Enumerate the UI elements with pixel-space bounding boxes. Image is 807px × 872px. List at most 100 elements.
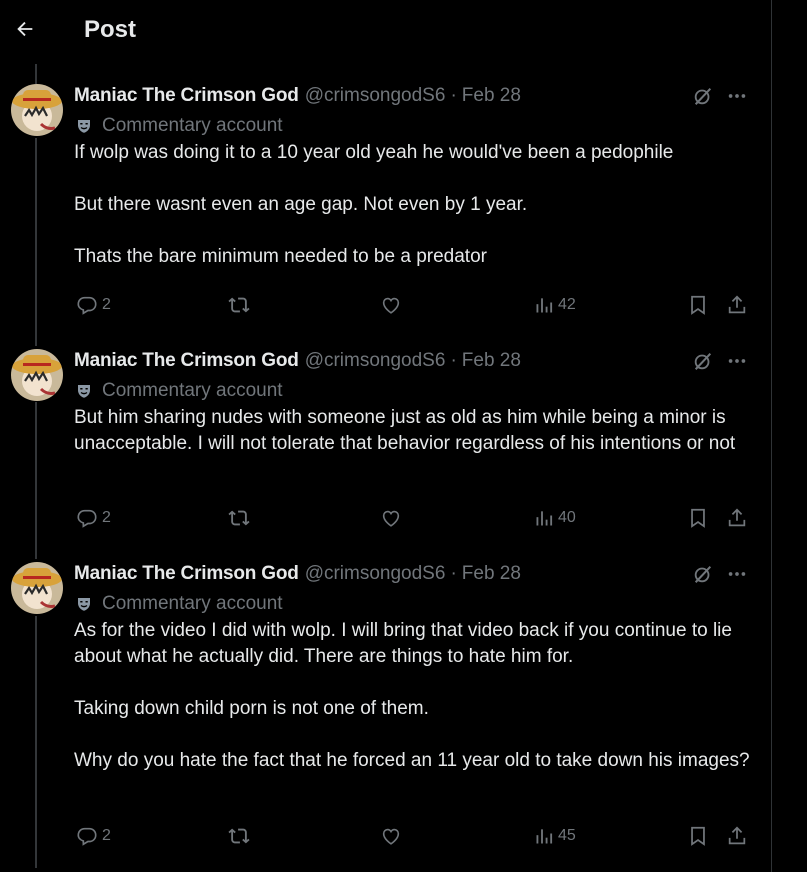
grok-icon [694, 87, 712, 105]
views-button[interactable]: 40 [534, 503, 576, 533]
views-button[interactable]: 45 [534, 821, 576, 851]
grok-icon [694, 352, 712, 370]
grok-button[interactable] [690, 83, 716, 109]
reply-icon [77, 509, 97, 528]
back-button[interactable] [8, 12, 42, 46]
like-icon [382, 828, 400, 845]
more-button[interactable] [724, 348, 750, 374]
arrow-left-icon [17, 21, 33, 37]
views-count: 45 [558, 827, 576, 844]
repost-button[interactable] [228, 503, 250, 533]
post-header: Maniac The Crimson God @crimsongodS6 · F… [74, 349, 521, 373]
repost-icon [228, 510, 250, 526]
like-button[interactable] [380, 503, 402, 533]
separator-dot: · [450, 85, 457, 106]
post-paragraph: If wolp was doing it to a 10 year old ye… [74, 142, 674, 163]
repost-button[interactable] [228, 290, 250, 320]
post-paragraph: But him sharing nudes with someone just … [74, 407, 736, 454]
reply-count: 2 [102, 296, 111, 313]
reply-button[interactable]: 2 [76, 503, 111, 533]
share-icon [728, 826, 746, 845]
reply-count: 2 [102, 509, 111, 526]
avatar[interactable] [11, 349, 63, 401]
thread-line [35, 64, 37, 84]
repost-icon [228, 297, 250, 313]
repost-icon [228, 828, 250, 844]
thread-line [35, 402, 37, 559]
views-button[interactable]: 42 [534, 290, 576, 320]
reply-icon [77, 827, 97, 846]
commentary-mask-icon [74, 594, 94, 614]
more-icon [728, 359, 746, 363]
post-paragraph: Why do you hate the fact that he forced … [74, 750, 750, 771]
post-header: Maniac The Crimson God @crimsongodS6 · F… [74, 84, 521, 108]
grok-button[interactable] [690, 561, 716, 587]
reply-button[interactable]: 2 [76, 821, 111, 851]
author-handle[interactable]: @crimsongodS6 [305, 350, 446, 372]
author-handle[interactable]: @crimsongodS6 [305, 85, 446, 107]
post-text: As for the video I did with wolp. I will… [74, 618, 764, 774]
post-paragraph: Thats the bare minimum needed to be a pr… [74, 246, 487, 267]
post-date[interactable]: Feb 28 [462, 350, 521, 372]
author-name[interactable]: Maniac The Crimson God [74, 85, 299, 107]
like-icon [382, 510, 400, 527]
right-pane [772, 0, 807, 872]
post-actions: 2 42 [0, 290, 771, 320]
separator-dot: · [450, 563, 457, 584]
bookmark-button[interactable] [687, 503, 709, 533]
page-header: Post [0, 0, 771, 62]
bookmark-button[interactable] [687, 290, 709, 320]
account-label[interactable]: Commentary account [74, 380, 283, 402]
views-icon [536, 511, 553, 526]
grok-icon [694, 565, 712, 583]
views-count: 40 [558, 509, 576, 526]
account-label-text: Commentary account [102, 593, 283, 614]
views-icon [536, 829, 553, 844]
reply-button[interactable]: 2 [76, 290, 111, 320]
post-paragraph: But there wasnt even an age gap. Not eve… [74, 194, 528, 215]
bookmark-icon [691, 826, 705, 846]
post-paragraph: Taking down child porn is not one of the… [74, 698, 429, 719]
post-header: Maniac The Crimson God @crimsongodS6 · F… [74, 562, 521, 586]
share-button[interactable] [726, 503, 748, 533]
like-button[interactable] [380, 290, 402, 320]
commentary-mask-icon [74, 381, 94, 401]
post-paragraph: As for the video I did with wolp. I will… [74, 620, 732, 667]
views-count: 42 [558, 296, 576, 313]
author-handle[interactable]: @crimsongodS6 [305, 563, 446, 585]
more-icon [728, 572, 746, 576]
post-actions: 2 45 [0, 821, 771, 851]
account-label[interactable]: Commentary account [74, 593, 283, 615]
post-actions: 2 40 [0, 503, 771, 533]
page-title: Post [84, 16, 137, 43]
account-label-text: Commentary account [102, 115, 283, 136]
post-text: But him sharing nudes with someone just … [74, 405, 764, 457]
share-icon [728, 508, 746, 527]
like-button[interactable] [380, 821, 402, 851]
bookmark-icon [691, 295, 705, 315]
grok-button[interactable] [690, 348, 716, 374]
post-date[interactable]: Feb 28 [462, 563, 521, 585]
reply-icon [77, 296, 97, 315]
commentary-mask-icon [74, 116, 94, 136]
repost-button[interactable] [228, 821, 250, 851]
author-name[interactable]: Maniac The Crimson God [74, 563, 299, 585]
bookmark-icon [691, 508, 705, 528]
more-button[interactable] [724, 561, 750, 587]
share-button[interactable] [726, 821, 748, 851]
avatar[interactable] [11, 562, 63, 614]
separator-dot: · [450, 350, 457, 371]
reply-count: 2 [102, 827, 111, 844]
more-button[interactable] [724, 83, 750, 109]
post-text: If wolp was doing it to a 10 year old ye… [74, 140, 764, 270]
avatar[interactable] [11, 84, 63, 136]
account-label-text: Commentary account [102, 380, 283, 401]
more-icon [728, 94, 746, 98]
like-icon [382, 297, 400, 314]
author-name[interactable]: Maniac The Crimson God [74, 350, 299, 372]
share-button[interactable] [726, 290, 748, 320]
share-icon [728, 295, 746, 314]
post-date[interactable]: Feb 28 [462, 85, 521, 107]
bookmark-button[interactable] [687, 821, 709, 851]
account-label[interactable]: Commentary account [74, 115, 283, 137]
